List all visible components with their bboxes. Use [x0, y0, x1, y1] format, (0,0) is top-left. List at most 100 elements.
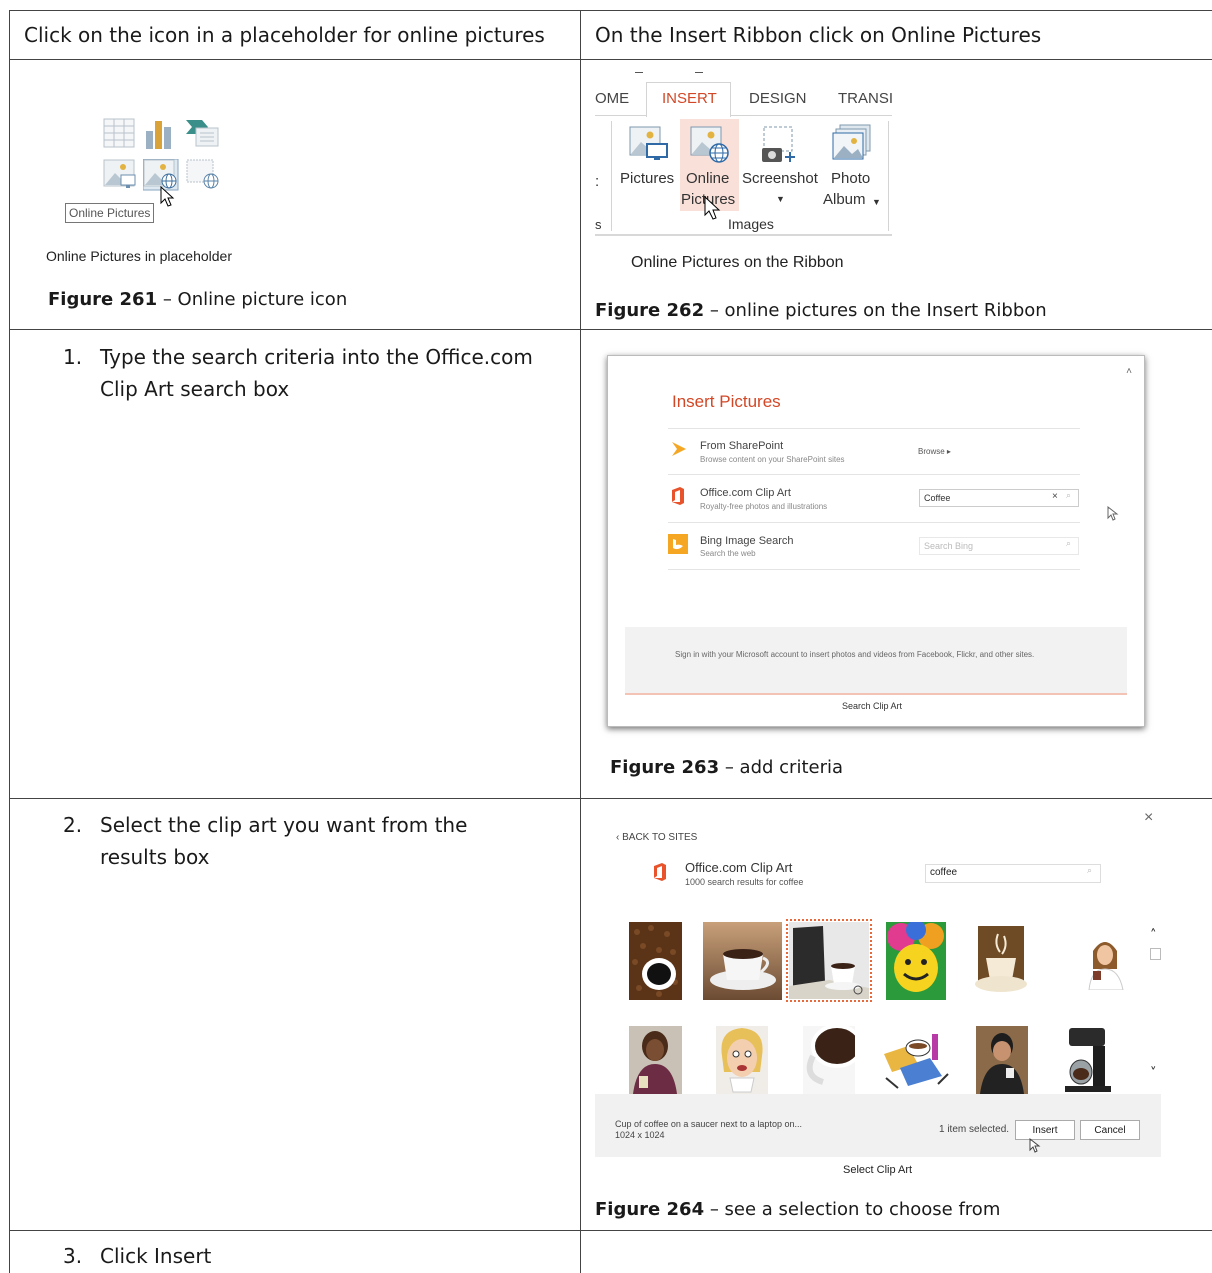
step-text: Select the clip art you want from the re…	[100, 813, 468, 869]
figure-text: – Online picture icon	[157, 289, 348, 310]
signin-text[interactable]: Sign in with your Microsoft account to i…	[675, 650, 1065, 660]
source-name[interactable]: Bing Image Search	[700, 535, 794, 547]
insert-pictures-dialog: ˄ Insert Pictures From SharePoint Browse…	[607, 355, 1145, 727]
figure-text: – add criteria	[719, 757, 844, 778]
left-group-fragment: s	[595, 217, 602, 232]
cancel-button[interactable]: Cancel	[1080, 1120, 1140, 1140]
search-icon[interactable]: ⌕	[1066, 539, 1071, 549]
scroll-down-icon[interactable]: ˅	[1150, 1066, 1157, 1081]
photo-album-button-line2[interactable]: Album	[823, 189, 866, 210]
screenshot-icon[interactable]	[760, 126, 800, 164]
placeholder-icons	[100, 115, 230, 195]
table-row-border	[9, 798, 1212, 799]
selected-count: 1 item selected.	[939, 1124, 1010, 1135]
table-row-border	[9, 329, 1212, 330]
ribbon-group-separator	[888, 121, 889, 231]
tab-insert[interactable]: INSERT	[662, 90, 717, 107]
header-right: On the Insert Ribbon click on Online Pic…	[595, 23, 1042, 47]
figure-caption: Figure 262 – online pictures on the Inse…	[595, 300, 1047, 321]
source-subtitle: Browse content on your SharePoint sites	[700, 455, 845, 464]
chart-icon	[146, 121, 171, 149]
clipart-thumbnail[interactable]	[629, 1026, 682, 1094]
table-row-border	[9, 1230, 1212, 1231]
smartart-icon	[186, 120, 219, 147]
browse-link[interactable]: Browse ▸	[918, 447, 951, 456]
clipart-thumbnail[interactable]	[976, 1026, 1028, 1094]
screenshot-caption: Select Clip Art	[843, 1164, 913, 1176]
search-icon[interactable]: ⌕	[1087, 866, 1092, 876]
tab-home[interactable]: OME	[595, 90, 629, 107]
signin-panel	[625, 627, 1127, 695]
dialog-caption: Search Clip Art	[842, 701, 903, 711]
photo-album-button-line1[interactable]: Photo	[831, 168, 870, 189]
step-2: 2. Select the clip art you want from the…	[63, 809, 563, 879]
photo-album-icon[interactable]	[832, 124, 872, 162]
back-to-sites-link[interactable]: ‹ BACK TO SITES	[616, 832, 697, 843]
mouse-cursor-icon	[1029, 1138, 1041, 1153]
clipart-thumbnail[interactable]	[1059, 1026, 1119, 1094]
clipart-thumbnail[interactable]	[878, 1028, 950, 1094]
clipart-thumbnail[interactable]	[789, 922, 869, 999]
table-icon	[103, 118, 135, 148]
step-1: 1. Type the search criteria into the Off…	[63, 341, 563, 411]
source-subtitle: Royalty-free photos and illustrations	[700, 502, 828, 511]
source-subtitle: Search the web	[700, 549, 756, 558]
screenshot-button[interactable]: Screenshot	[742, 168, 818, 189]
video-icon	[186, 159, 219, 189]
online-pictures-icon[interactable]	[690, 126, 730, 164]
figure-text: – see a selection to choose from	[704, 1199, 1001, 1220]
dropdown-arrow-icon[interactable]: ▼	[872, 192, 881, 213]
table-top-border	[9, 10, 1212, 11]
picture-icon	[103, 159, 136, 188]
figure-number: Figure 262	[595, 300, 705, 321]
step-number: 3.	[63, 1244, 83, 1268]
ribbon-group-separator	[611, 121, 612, 231]
source-name: Office.com Clip Art	[685, 860, 793, 875]
divider	[668, 474, 1080, 475]
scroll-up-icon[interactable]: ˄	[1150, 928, 1157, 943]
sharepoint-icon	[672, 442, 686, 456]
screenshot-caption: Online Pictures in placeholder	[46, 248, 232, 264]
selected-size: 1024 x 1024	[615, 1130, 665, 1140]
source-name[interactable]: From SharePoint	[700, 440, 783, 452]
online-pictures-button-line1[interactable]: Online	[686, 168, 729, 189]
search-icon[interactable]: ⌕	[1066, 491, 1071, 501]
clipart-thumbnail[interactable]	[1085, 935, 1127, 990]
tab-design[interactable]: DESIGN	[749, 90, 807, 107]
mouse-cursor-icon	[704, 196, 721, 220]
collapse-icon[interactable]: ˄	[1126, 366, 1132, 377]
screenshot-caption: Online Pictures on the Ribbon	[631, 254, 844, 271]
pictures-button[interactable]: Pictures	[620, 168, 674, 189]
clipart-thumbnail[interactable]	[803, 1026, 855, 1094]
ribbon-group-label: Images	[728, 216, 774, 232]
selected-description: Cup of coffee on a saucer next to a lapt…	[615, 1119, 802, 1129]
clear-icon[interactable]: ×	[1052, 491, 1058, 502]
divider	[668, 569, 1080, 570]
divider	[668, 522, 1080, 523]
clipart-thumbnail[interactable]	[703, 922, 782, 1000]
pictures-icon	[629, 126, 668, 160]
clipart-search-input[interactable]: coffee	[925, 864, 1101, 883]
source-name[interactable]: Office.com Clip Art	[700, 487, 791, 499]
bing-search-input[interactable]: Search Bing	[919, 537, 1079, 555]
figure-number: Figure 261	[48, 289, 158, 310]
clipart-thumbnail[interactable]	[629, 922, 682, 1000]
figure-caption: Figure 263 – add criteria	[610, 757, 843, 778]
scrollbar-thumb[interactable]	[1150, 948, 1161, 960]
tab-transitions[interactable]: TRANSI	[838, 90, 893, 107]
office-icon	[654, 863, 666, 881]
divider	[668, 428, 1080, 429]
table-left-border	[9, 10, 10, 1273]
mouse-cursor-icon	[1107, 506, 1119, 521]
step-number: 1.	[63, 345, 83, 369]
insert-button[interactable]: Insert	[1015, 1120, 1075, 1140]
close-icon[interactable]: ×	[1144, 809, 1153, 827]
clipart-thumbnail[interactable]	[886, 922, 946, 1000]
quick-access-dashes	[635, 72, 643, 73]
figure-number: Figure 263	[610, 757, 720, 778]
clipart-thumbnail[interactable]	[716, 1026, 768, 1094]
mouse-cursor-icon	[160, 186, 175, 207]
clipart-thumbnail[interactable]	[972, 922, 1030, 1000]
dropdown-arrow-icon[interactable]: ▼	[776, 189, 785, 210]
step-text: Type the search criteria into the Office…	[100, 345, 533, 401]
